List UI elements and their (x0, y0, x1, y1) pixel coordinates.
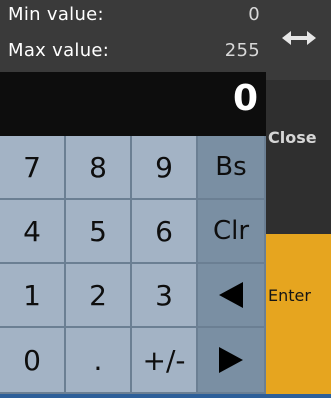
key-4[interactable]: 4 (0, 200, 66, 264)
min-value-label: Min value: (8, 4, 104, 25)
key-3[interactable]: 3 (132, 264, 198, 328)
cursor-right-button[interactable] (198, 328, 266, 394)
min-value: 0 (248, 4, 260, 25)
numeric-keypad: 7 8 9 Bs 4 5 6 Clr 1 2 3 0 . +/- (0, 136, 266, 394)
clear-button[interactable]: Clr (198, 200, 266, 264)
sign-toggle-key[interactable]: +/- (132, 328, 198, 394)
enter-button-label: Enter (268, 286, 311, 305)
range-panel: Min value: 0 Max value: 255 (0, 0, 266, 72)
key-7[interactable]: 7 (0, 136, 66, 200)
max-value: 255 (224, 40, 260, 61)
key-5[interactable]: 5 (66, 200, 132, 264)
left-right-arrows-icon (282, 31, 316, 45)
key-9[interactable]: 9 (132, 136, 198, 200)
max-value-row: Max value: 255 (8, 40, 262, 68)
min-value-row: Min value: 0 (8, 4, 262, 32)
move-dialog-button[interactable] (266, 0, 331, 80)
enter-button[interactable]: Enter (266, 234, 331, 394)
left-arrow-icon (219, 282, 243, 308)
key-0[interactable]: 0 (0, 328, 66, 394)
value-display: 0 (0, 72, 266, 136)
backspace-button[interactable]: Bs (198, 136, 266, 200)
side-panel: Close Enter (266, 0, 331, 398)
close-button-label: Close (268, 128, 317, 147)
cursor-left-button[interactable] (198, 264, 266, 328)
key-2[interactable]: 2 (66, 264, 132, 328)
display-value: 0 (232, 78, 258, 119)
right-arrow-icon (219, 347, 243, 373)
max-value-label: Max value: (8, 40, 110, 61)
decimal-point-key[interactable]: . (66, 328, 132, 394)
key-8[interactable]: 8 (66, 136, 132, 200)
key-1[interactable]: 1 (0, 264, 66, 328)
key-6[interactable]: 6 (132, 200, 198, 264)
close-button[interactable]: Close (266, 80, 331, 234)
bottom-border (0, 394, 331, 398)
